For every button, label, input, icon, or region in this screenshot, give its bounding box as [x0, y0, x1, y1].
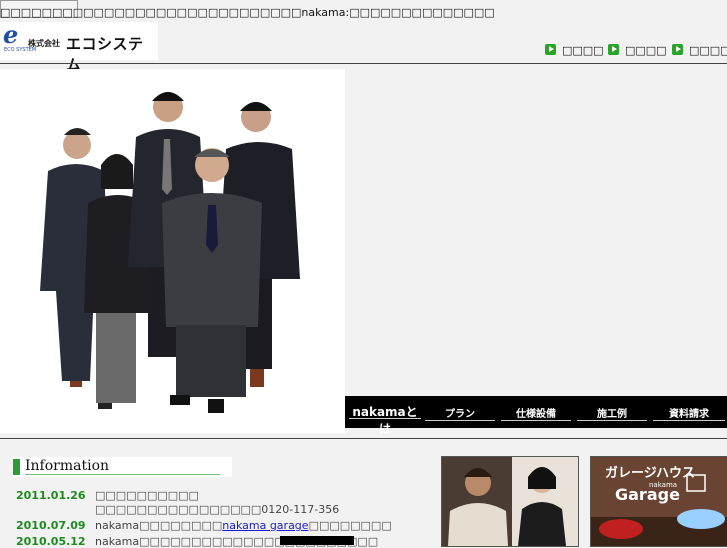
nav-specs[interactable]: 仕様設備 — [501, 405, 571, 421]
green-play-icon — [545, 44, 556, 55]
garage-house-banner[interactable]: ガレージハウス nakama Garage — [590, 456, 727, 547]
green-play-icon — [672, 44, 683, 55]
information-title: Information — [25, 458, 110, 474]
heading-accent-bar — [13, 459, 20, 475]
content-divider — [0, 438, 727, 439]
news-text: nakama□□□□□□□□nakama garage□□□□□□□□ — [95, 519, 392, 532]
staff-group-photo — [0, 69, 345, 433]
nav-plan[interactable]: プラン — [425, 405, 495, 421]
news-text: □□□□□□□□□□□□□□□□0120-117-356 — [95, 503, 340, 516]
top-link-1[interactable]: □□□□ — [545, 44, 604, 57]
eco-e-logo-icon: e — [3, 20, 19, 49]
main-nav: nakamaとは プラン 仕様設備 施工例 資料請求 — [345, 396, 727, 436]
news-text: □□□□□□□□□□ — [95, 489, 199, 502]
logo-kabushiki: 株式会社 — [28, 39, 60, 48]
green-play-icon — [608, 44, 619, 55]
news-date: 2010.05.12 — [16, 535, 86, 548]
header-divider — [0, 63, 727, 64]
news-date: 2010.07.09 — [16, 519, 86, 532]
nav-about[interactable]: nakamaとは — [349, 403, 421, 437]
couple-photo-banner[interactable] — [441, 456, 579, 547]
nakama-garage-link[interactable]: nakama garage — [222, 519, 308, 532]
garage-brand: Garage — [615, 485, 680, 504]
nav-request[interactable]: 資料請求 — [653, 405, 725, 421]
news-date: 2011.01.26 — [16, 489, 86, 502]
top-link-2[interactable]: □□□□ — [608, 44, 667, 57]
top-link-3[interactable]: □□□□□□ — [672, 44, 727, 57]
heading-underline — [25, 474, 220, 475]
black-bar — [280, 536, 354, 545]
nav-examples[interactable]: 施工例 — [577, 405, 647, 421]
company-logo[interactable]: e ECO SYSTEM 株式会社 エコシステム — [0, 20, 158, 74]
site-tagline: □□□□□□□□□□□□□□□□□□□□□□□□□□□□□nakama:□□□□… — [0, 6, 495, 19]
garage-title: ガレージハウス — [605, 466, 695, 481]
information-heading: Information — [13, 457, 232, 477]
